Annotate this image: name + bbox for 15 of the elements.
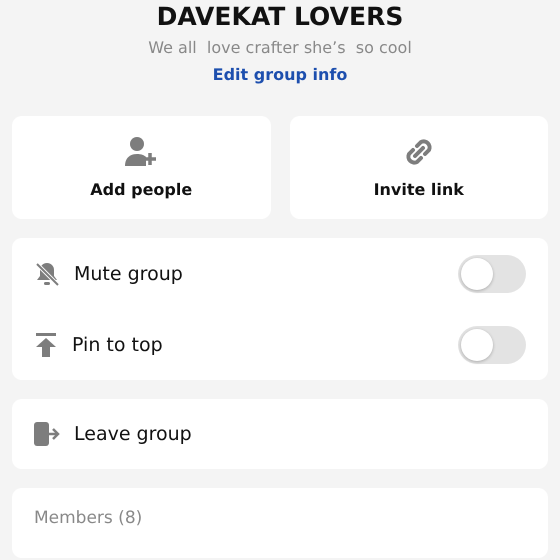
add-person-icon <box>124 136 158 168</box>
add-people-button[interactable]: Add people <box>12 116 270 219</box>
group-description: We all love crafter she’s so cool <box>148 38 412 57</box>
pin-to-top-icon <box>34 332 58 358</box>
toggle-switch[interactable] <box>458 326 526 364</box>
muted-bell-icon <box>34 260 60 286</box>
invite-link-button[interactable]: Invite link <box>290 116 548 219</box>
setting-label: Pin to top <box>72 334 164 356</box>
members-heading: Members (8) <box>34 507 144 530</box>
leave-group-button[interactable]: Leave group <box>34 399 526 469</box>
toggle-switch[interactable] <box>458 254 526 292</box>
group-name: DAVEKAT LOVERS <box>156 2 404 32</box>
setting-label: Mute group <box>74 262 184 284</box>
edit-group-info-link[interactable]: Edit group info <box>212 65 348 84</box>
exit-icon <box>34 422 60 446</box>
